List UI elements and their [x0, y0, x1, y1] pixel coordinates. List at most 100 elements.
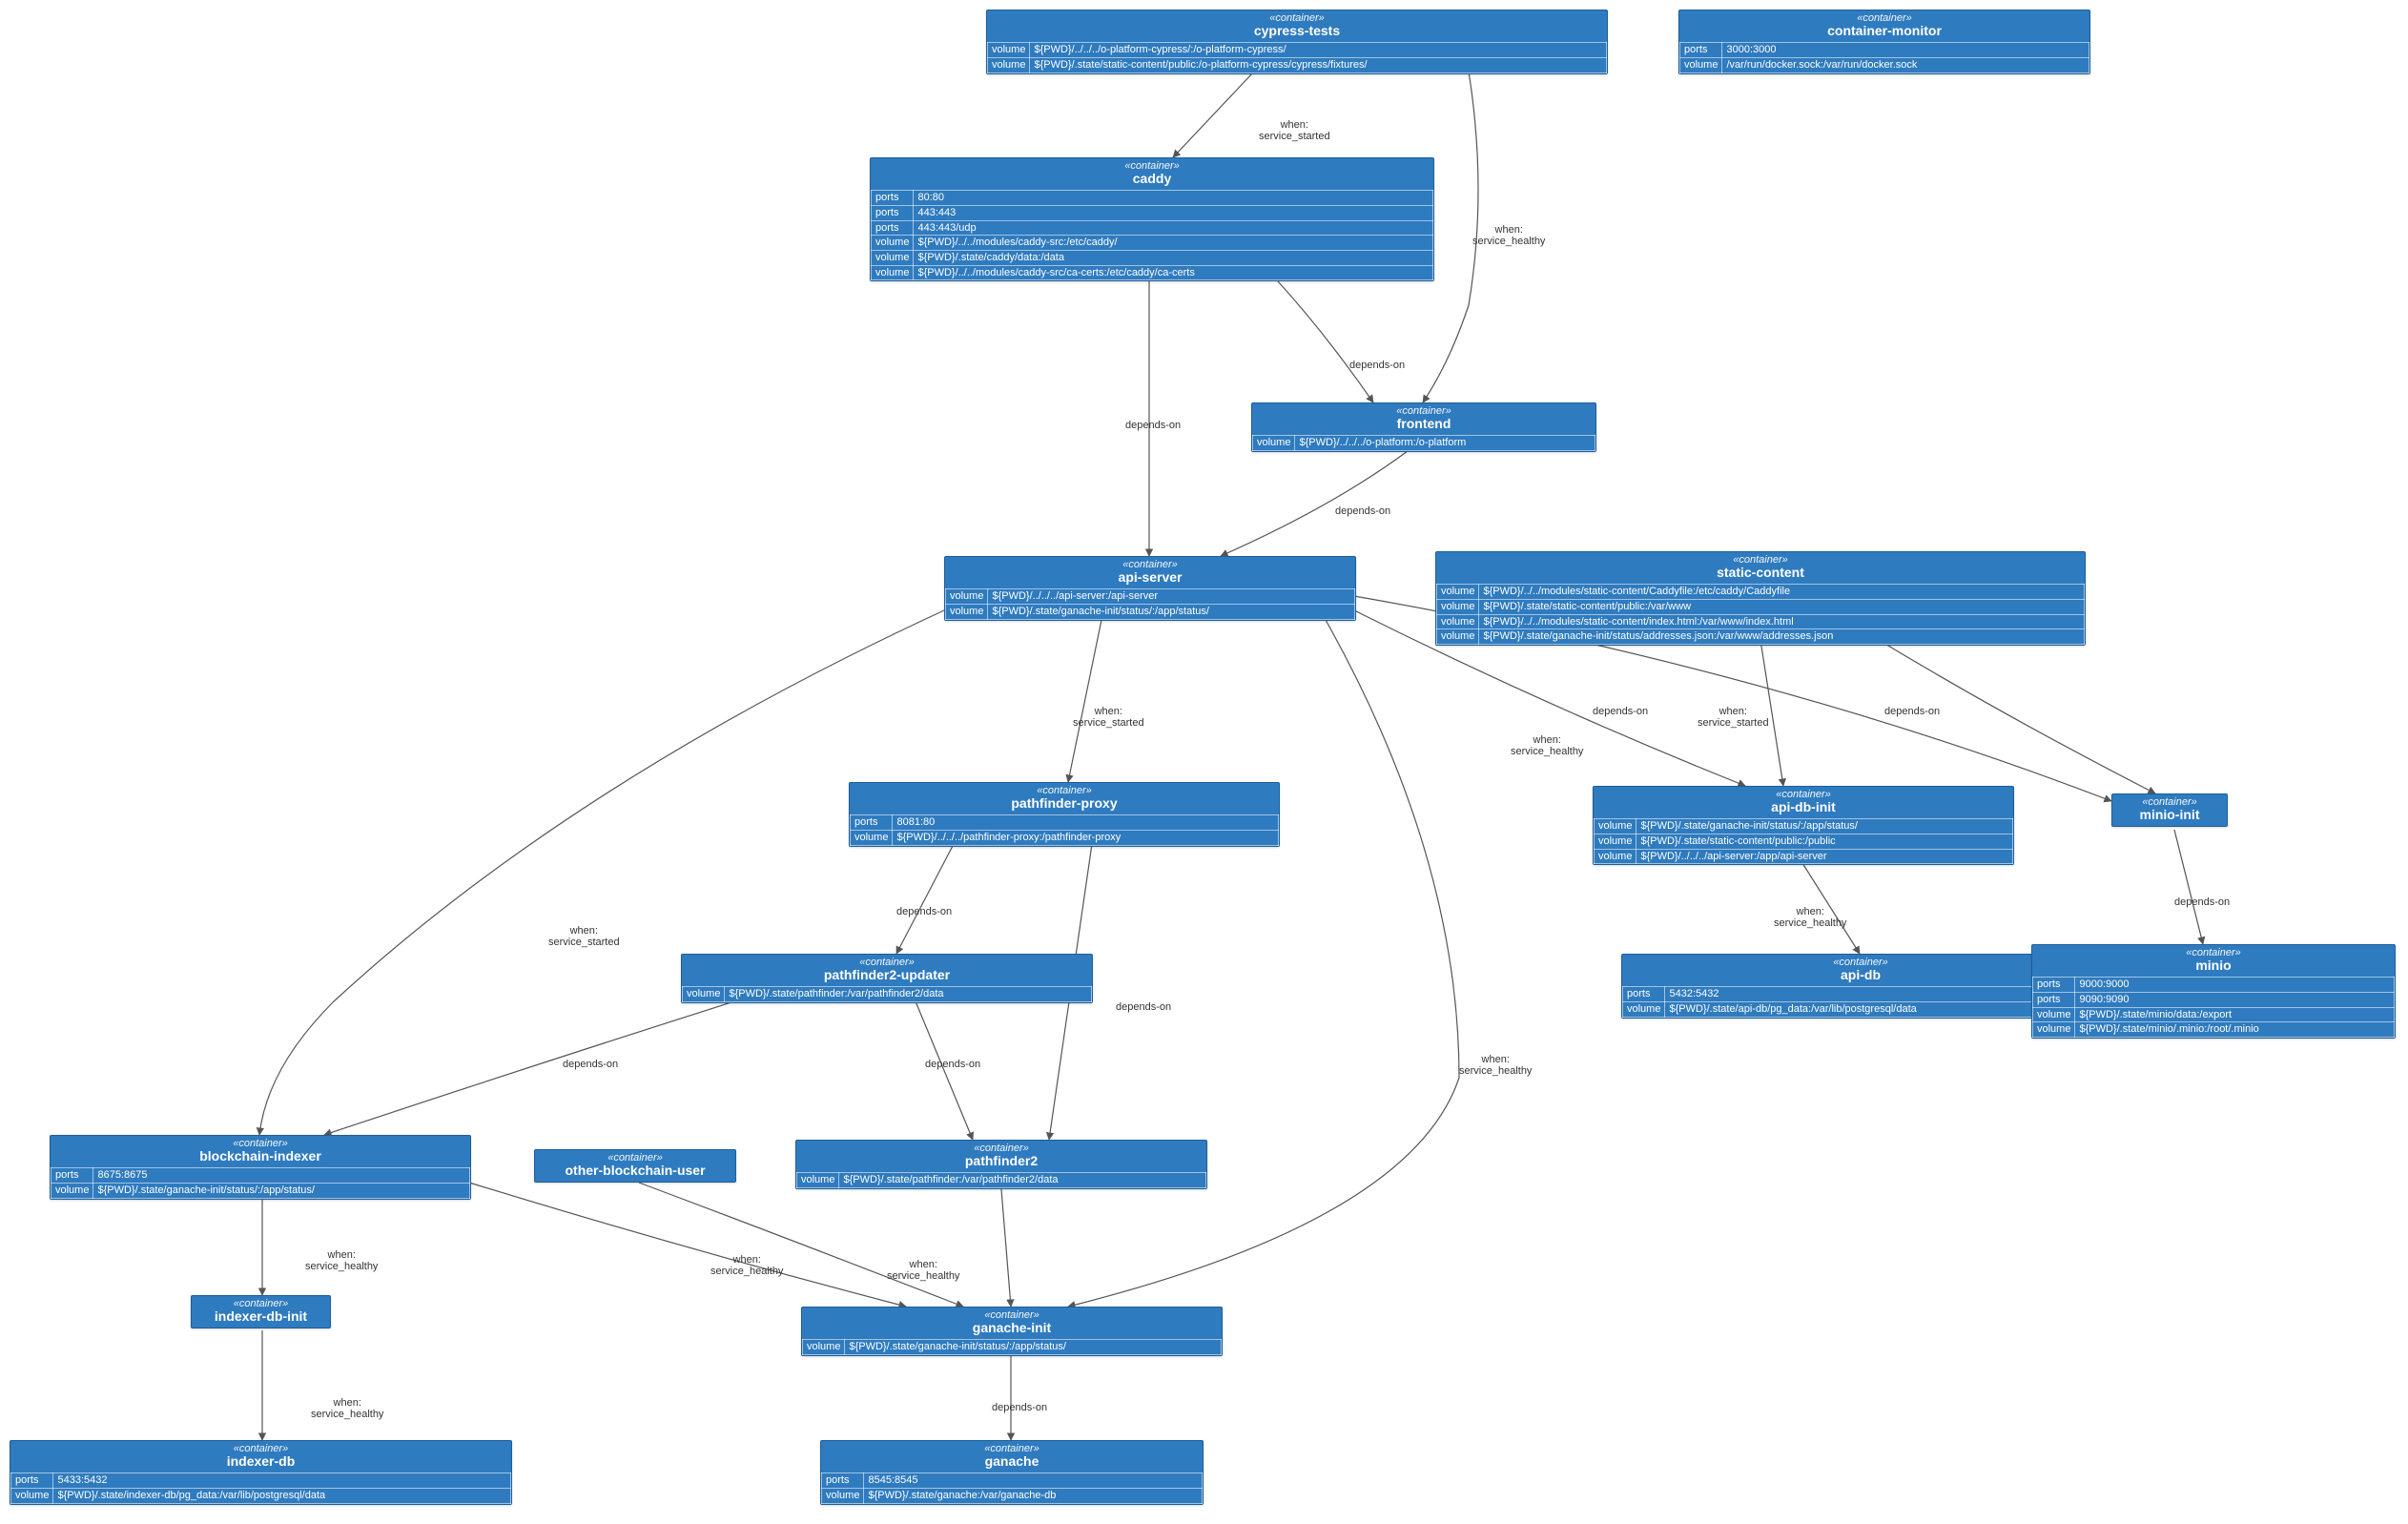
container-props: ports9000:9000ports9090:9090volume${PWD}…	[2032, 977, 2395, 1038]
container-api-db-init[interactable]: «container»api-db-initvolume${PWD}/.stat…	[1593, 786, 2014, 865]
container-frontend[interactable]: «container»frontendvolume${PWD}/../../..…	[1251, 402, 1596, 452]
table-row: volume${PWD}/.state/ganache-init/status/…	[1595, 819, 2013, 834]
table-row: volume${PWD}/.state/static-content/publi…	[988, 58, 1607, 73]
prop-key: volume	[1595, 819, 1636, 834]
container-title: frontend	[1258, 417, 1590, 431]
prop-key: ports	[11, 1473, 53, 1489]
prop-key: volume	[2033, 1007, 2075, 1022]
prop-value: /var/run/docker.sock:/var/run/docker.soc…	[1722, 58, 2089, 73]
prop-key: volume	[851, 831, 893, 846]
table-row: volume${PWD}/../../../api-server:/app/ap…	[1595, 849, 2013, 864]
container-cypress-tests[interactable]: «container»cypress-testsvolume${PWD}/../…	[986, 10, 1608, 74]
container-static-content[interactable]: «container»static-contentvolume${PWD}/..…	[1435, 551, 2086, 646]
container-title: blockchain-indexer	[56, 1149, 464, 1164]
stereotype: «container»	[1628, 957, 2093, 968]
container-title: pathfinder2	[802, 1154, 1201, 1168]
prop-value: 80:80	[914, 191, 1433, 206]
container-caddy[interactable]: «container»caddyports80:80ports443:443po…	[870, 157, 1434, 281]
stereotype: «container»	[993, 12, 1601, 24]
prop-value: ${PWD}/../../../pathfinder-proxy:/pathfi…	[893, 831, 1279, 846]
prop-value: 3000:3000	[1722, 43, 2089, 58]
edge-label: depends-on	[1125, 420, 1181, 431]
container-indexer-db[interactable]: «container»indexer-dbports5433:5432volum…	[10, 1440, 512, 1505]
container-pathfinder2-updater[interactable]: «container»pathfinder2-updater volume${PW…	[681, 954, 1093, 1003]
prop-value: ${PWD}/../../modules/static-content/inde…	[1479, 614, 2085, 629]
prop-value: ${PWD}/../../modules/static-content/Cadd…	[1479, 585, 2085, 600]
container-ganache-init[interactable]: «container»ganache-initvolume${PWD}/.sta…	[801, 1307, 1223, 1356]
container-props: ports80:80ports443:443ports443:443/udpvo…	[871, 190, 1433, 280]
edge-label: when:service_healthy	[1774, 906, 1846, 929]
prop-value: 5433:5432	[53, 1473, 511, 1489]
container-pathfinder2[interactable]: «container»pathfinder2volume${PWD}/.stat…	[795, 1140, 1207, 1189]
stereotype: «container»	[688, 957, 1086, 968]
container-api-db[interactable]: «container»api-dbports5432:5432volume${P…	[1621, 954, 2100, 1019]
edge-api-db-init-to-api-db	[1802, 863, 1860, 954]
prop-key: volume	[683, 987, 725, 1002]
table-row: volume${PWD}/.state/minio/data:/export	[2033, 1007, 2395, 1022]
prop-key: volume	[872, 236, 914, 251]
edge-label: depends-on	[1349, 360, 1405, 371]
table-row: ports8081:80	[851, 815, 1279, 831]
edge-label: when:service_started	[1259, 119, 1330, 142]
container-container-monitor[interactable]: «container»container-monitorports3000:30…	[1678, 10, 2090, 74]
prop-key: ports	[851, 815, 893, 831]
prop-key: volume	[1595, 834, 1636, 850]
container-indexer-db-init[interactable]: «container»indexer-db-init	[191, 1295, 331, 1328]
prop-key: ports	[2033, 993, 2075, 1008]
table-row: ports5432:5432	[1623, 987, 2099, 1002]
container-minio-init[interactable]: «container»minio-init	[2111, 793, 2228, 827]
table-row: volume${PWD}/.state/ganache-init/status/…	[51, 1184, 470, 1199]
stereotype: «container»	[1685, 12, 2084, 24]
container-title: api-server	[951, 570, 1349, 585]
prop-value: 9000:9000	[2075, 978, 2395, 993]
container-props: volume${PWD}/.state/ganache-init/status/…	[802, 1339, 1222, 1355]
edge-pathfinder2-updater-to-blockchain-indexer	[324, 1001, 734, 1135]
container-pathfinder-proxy[interactable]: «container»pathfinder-proxyports8081:80v…	[849, 782, 1280, 847]
prop-key: volume	[946, 605, 988, 620]
table-row: volume${PWD}/../../modules/static-conten…	[1437, 585, 2085, 600]
table-row: volume${PWD}/.state/ganache-init/status/…	[946, 605, 1355, 620]
prop-value: ${PWD}/.state/caddy/data:/data	[914, 251, 1433, 266]
container-title: pathfinder2-updater	[688, 968, 1086, 982]
prop-key: ports	[872, 191, 914, 206]
stereotype: «container»	[827, 1443, 1197, 1454]
edge-caddy-to-frontend	[1278, 281, 1373, 402]
edge-api-server-to-pathfinder-proxy	[1068, 620, 1101, 782]
table-row: volume${PWD}/.state/minio/.minio:/root/.…	[2033, 1022, 2395, 1038]
edge-label: when:service_healthy	[1459, 1054, 1532, 1077]
container-title: api-db	[1628, 968, 2093, 982]
prop-value: ${PWD}/.state/minio/.minio:/root/.minio	[2075, 1022, 2395, 1038]
prop-value: ${PWD}/.state/pathfinder:/var/pathfinder…	[725, 987, 1092, 1002]
container-ganache[interactable]: «container»ganacheports8545:8545volume${…	[820, 1440, 1204, 1505]
prop-value: ${PWD}/.state/ganache:/var/ganache-db	[864, 1489, 1203, 1504]
container-api-server[interactable]: «container»api-servervolume${PWD}/../../…	[944, 556, 1356, 621]
table-row: ports80:80	[872, 191, 1433, 206]
prop-key: ports	[872, 206, 914, 221]
container-blockchain-indexer[interactable]: «container»blockchain-indexerports8675:8…	[50, 1135, 471, 1200]
container-other-blockchain-user[interactable]: «container»other-blockchain-user	[534, 1149, 736, 1183]
prop-value: ${PWD}/.state/static-content/public:/pub…	[1636, 834, 2013, 850]
prop-key: ports	[2033, 978, 2075, 993]
prop-value: ${PWD}/../../../api-server:/app/api-serv…	[1636, 849, 2013, 864]
edge-frontend-to-api-server	[1221, 448, 1411, 556]
prop-value: ${PWD}/../../modules/caddy-src:/etc/cadd…	[914, 236, 1433, 251]
container-title: other-blockchain-user	[541, 1164, 730, 1178]
prop-value: ${PWD}/.state/ganache-init/status/:/app/…	[1636, 819, 2013, 834]
container-props: volume${PWD}/../../modules/static-conten…	[1436, 584, 2085, 645]
container-minio[interactable]: «container»minioports9000:9000ports9090:…	[2031, 944, 2396, 1039]
table-row: volume${PWD}/../../../o-platform:/o-plat…	[1253, 436, 1595, 451]
prop-key: volume	[51, 1184, 93, 1199]
table-row: volume${PWD}/../../../api-server:/api-se…	[946, 589, 1355, 605]
edge-label: depends-on	[2174, 896, 2230, 908]
prop-key: volume	[11, 1489, 53, 1504]
table-row: volume${PWD}/.state/caddy/data:/data	[872, 251, 1433, 266]
container-props: ports8545:8545volume${PWD}/.state/ganach…	[821, 1473, 1203, 1503]
edge-other-blockchain-user-to-ganache-init	[639, 1183, 963, 1307]
edge-api-server-to-ganache-init	[1068, 620, 1459, 1307]
edge-label: when:service_healthy	[1472, 224, 1545, 247]
table-row: ports9090:9090	[2033, 993, 2395, 1008]
table-row: volume${PWD}/.state/ganache-init/status/…	[803, 1340, 1222, 1355]
prop-value: ${PWD}/.state/static-content/public:/o-p…	[1030, 58, 1607, 73]
edge-pathfinder2-updater-to-pathfinder2	[916, 1001, 973, 1140]
container-title: minio-init	[2118, 808, 2221, 822]
